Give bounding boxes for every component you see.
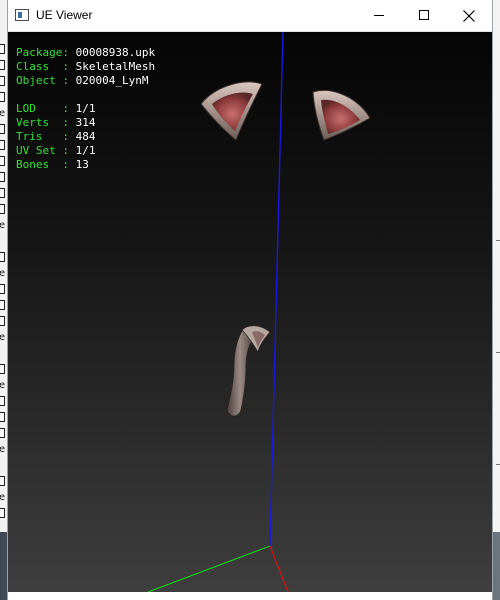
checkbox-icon [0, 396, 5, 406]
close-icon [463, 10, 475, 22]
checkbox-icon [0, 188, 5, 198]
checkbox-icon [0, 476, 5, 486]
minimize-button[interactable] [356, 0, 402, 31]
y-axis-line [147, 545, 271, 592]
checkbox-icon [0, 92, 5, 102]
maximize-icon [419, 10, 429, 20]
checkbox-icon [0, 252, 5, 262]
info-row-class: Class : SkeletalMesh [16, 60, 156, 73]
stat-row-lod: LOD : 1/1 [16, 102, 96, 115]
minimize-icon [374, 15, 384, 16]
title-bar[interactable]: UE Viewer [8, 0, 492, 32]
x-axis-line [269, 545, 289, 592]
truncated-text-glyph: e [0, 492, 6, 503]
3d-viewport[interactable]: Package: 00008938.upk Class : SkeletalMe… [8, 32, 492, 592]
checkbox-icon [0, 412, 5, 422]
window-bottom-border [8, 592, 492, 600]
info-row-object: Object : 020004_LynM [16, 74, 149, 87]
info-row-package: Package: 00008938.upk [16, 46, 156, 59]
stat-row-bones: Bones : 13 [16, 158, 89, 171]
right-ear-mesh [312, 90, 371, 141]
stat-row-tris: Tris : 484 [16, 130, 96, 143]
checkbox-icon [0, 156, 5, 166]
checkbox-icon [0, 284, 5, 294]
close-button[interactable] [446, 0, 492, 31]
truncated-text-glyph: e [0, 220, 6, 231]
maximize-button[interactable] [401, 0, 447, 31]
checkbox-icon [0, 300, 5, 310]
truncated-text-glyph: e [0, 444, 6, 455]
checkbox-icon [0, 140, 5, 150]
checkbox-icon [0, 428, 5, 438]
truncated-text-glyph: e [0, 332, 6, 343]
mesh-info-overlay: Package: 00008938.upk Class : SkeletalMe… [16, 46, 155, 172]
checkbox-icon [0, 316, 5, 326]
window-title: UE Viewer [36, 8, 93, 22]
tail-mesh [226, 325, 271, 417]
stat-row-verts: Verts : 314 [16, 116, 96, 129]
ue-viewer-window: UE Viewer Package: 00008938.upk Class: … [8, 0, 492, 600]
checkbox-icon [0, 44, 5, 54]
checkbox-icon [0, 204, 5, 214]
checkbox-icon [0, 508, 5, 518]
truncated-text-glyph: e [0, 380, 6, 391]
truncated-text-glyph: e [0, 268, 6, 279]
checkbox-icon [0, 124, 5, 134]
checkbox-icon [0, 364, 5, 374]
checkbox-icon [0, 76, 5, 86]
app-icon[interactable] [15, 9, 29, 21]
left-ear-mesh [200, 81, 263, 141]
z-axis-line [269, 32, 284, 547]
checkbox-icon [0, 172, 5, 182]
truncated-text-glyph: e [0, 108, 6, 119]
stat-row-uv-set: UV Set : 1/1 [16, 144, 96, 157]
checkbox-icon [0, 60, 5, 70]
